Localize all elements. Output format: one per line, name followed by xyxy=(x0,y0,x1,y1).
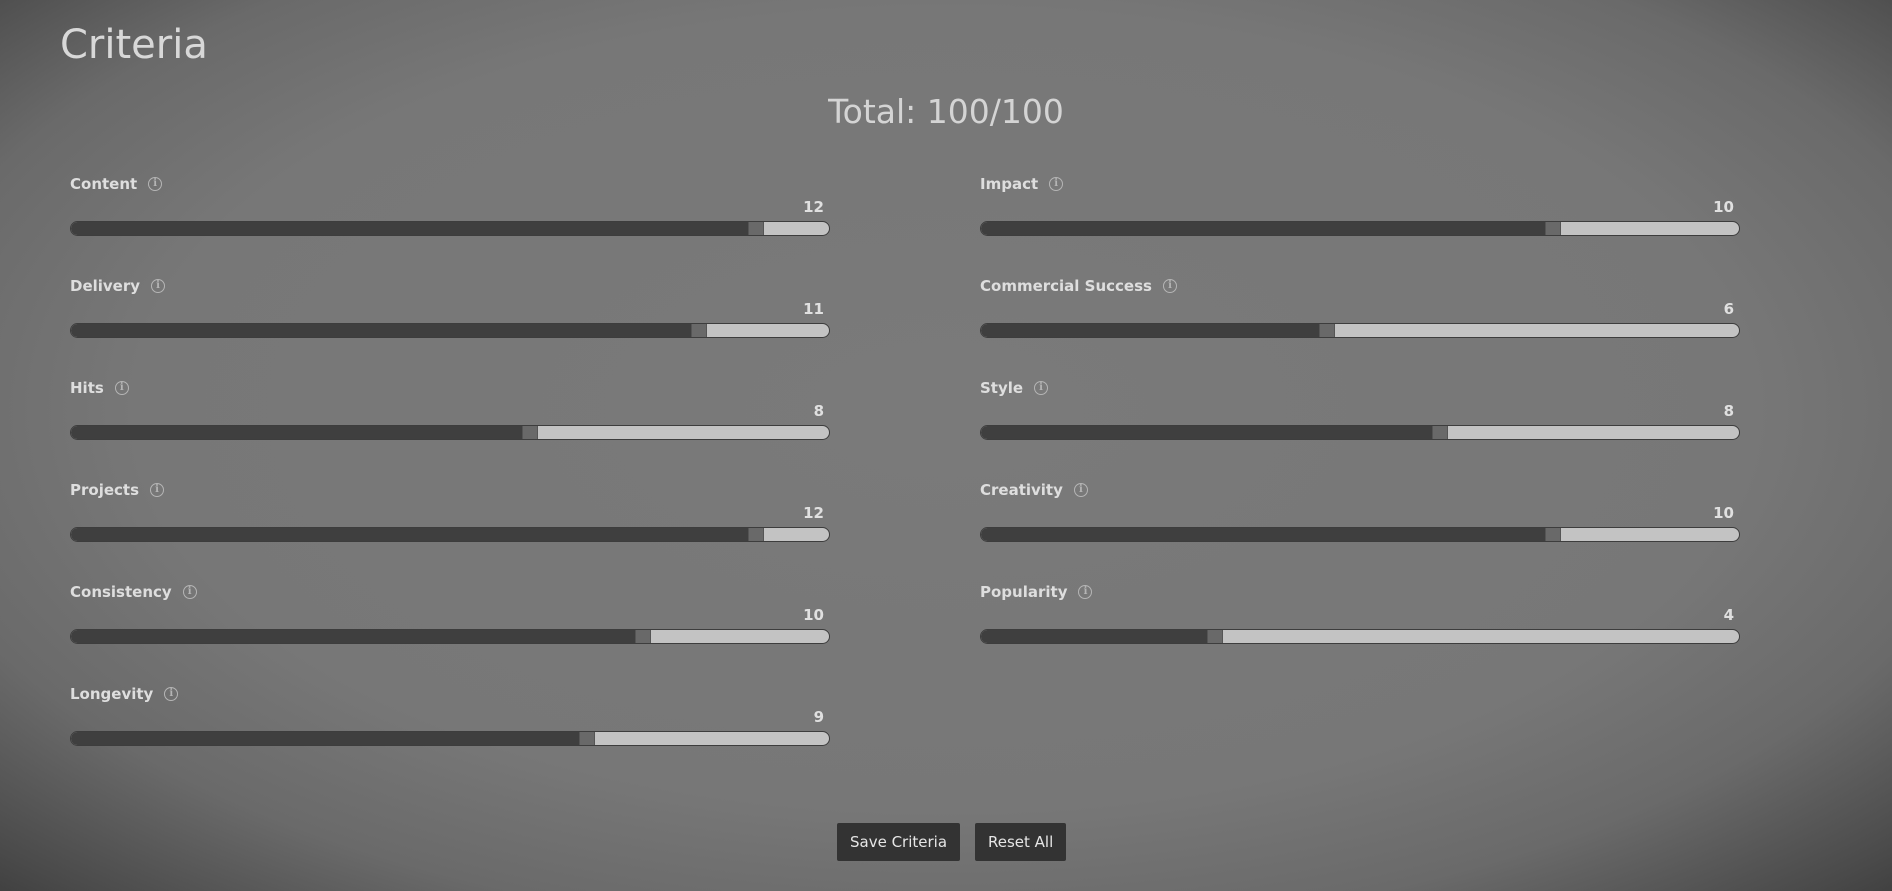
criterion-value: 10 xyxy=(803,606,824,624)
criterion-slider[interactable] xyxy=(70,527,830,542)
criterion-label: Longevity xyxy=(70,685,154,703)
info-icon[interactable]: i xyxy=(1162,279,1177,293)
slider-fill xyxy=(71,426,522,439)
slider-fill xyxy=(981,528,1545,541)
info-icon[interactable]: i xyxy=(150,483,165,497)
info-icon[interactable]: i xyxy=(114,381,129,395)
criterion-slider[interactable] xyxy=(980,221,1740,236)
slider-thumb[interactable] xyxy=(579,732,595,745)
criterion-value: 6 xyxy=(1723,300,1734,318)
criterion-slider[interactable] xyxy=(980,425,1740,440)
criterion-delivery: Delivery i 11 xyxy=(70,276,830,366)
criterion-commercial-success: Commercial Success i 6 xyxy=(980,276,1740,366)
slider-fill xyxy=(71,732,579,745)
criterion-hits: Hits i 8 xyxy=(70,378,830,468)
criterion-header: Projects i xyxy=(70,480,165,500)
slider-thumb[interactable] xyxy=(691,324,707,337)
slider-fill xyxy=(71,222,748,235)
criterion-slider[interactable] xyxy=(980,323,1740,338)
info-icon[interactable]: i xyxy=(148,177,163,191)
slider-fill xyxy=(981,324,1319,337)
slider-fill xyxy=(981,630,1207,643)
criterion-longevity: Longevity i 9 xyxy=(70,684,830,774)
criterion-label: Popularity xyxy=(980,583,1068,601)
page-title: Criteria xyxy=(60,22,208,68)
criterion-value: 12 xyxy=(803,504,824,522)
criterion-impact: Impact i 10 xyxy=(980,174,1740,264)
criterion-slider[interactable] xyxy=(70,425,830,440)
criterion-value: 12 xyxy=(803,198,824,216)
criterion-slider[interactable] xyxy=(980,527,1740,542)
criterion-header: Creativity i xyxy=(980,480,1088,500)
criterion-header: Popularity i xyxy=(980,582,1093,602)
slider-thumb[interactable] xyxy=(1545,222,1561,235)
criterion-label: Style xyxy=(980,379,1024,397)
slider-fill xyxy=(981,426,1432,439)
criterion-label: Impact xyxy=(980,175,1039,193)
save-criteria-button[interactable]: Save Criteria xyxy=(837,823,961,861)
criterion-consistency: Consistency i 10 xyxy=(70,582,830,672)
info-icon[interactable]: i xyxy=(151,279,166,293)
slider-thumb[interactable] xyxy=(635,630,651,643)
slider-fill xyxy=(71,324,691,337)
criterion-label: Creativity xyxy=(980,481,1063,499)
criterion-header: Style i xyxy=(980,378,1049,398)
slider-thumb[interactable] xyxy=(748,528,764,541)
criterion-value: 4 xyxy=(1723,606,1734,624)
info-icon[interactable]: i xyxy=(164,687,179,701)
slider-thumb[interactable] xyxy=(1319,324,1335,337)
slider-thumb[interactable] xyxy=(1432,426,1448,439)
info-icon[interactable]: i xyxy=(1078,585,1093,599)
criterion-header: Longevity i xyxy=(70,684,179,704)
info-icon[interactable]: i xyxy=(1049,177,1064,191)
criterion-label: Consistency xyxy=(70,583,172,601)
slider-thumb[interactable] xyxy=(1207,630,1223,643)
criterion-label: Hits xyxy=(70,379,104,397)
criterion-value: 11 xyxy=(803,300,824,318)
criterion-slider[interactable] xyxy=(70,731,830,746)
criterion-slider[interactable] xyxy=(70,323,830,338)
criterion-popularity: Popularity i 4 xyxy=(980,582,1740,672)
info-icon[interactable]: i xyxy=(1073,483,1088,497)
criterion-label: Projects xyxy=(70,481,140,499)
slider-fill xyxy=(981,222,1545,235)
criterion-header: Hits i xyxy=(70,378,129,398)
criterion-style: Style i 8 xyxy=(980,378,1740,468)
criterion-projects: Projects i 12 xyxy=(70,480,830,570)
reset-all-button[interactable]: Reset All xyxy=(975,823,1067,861)
criterion-header: Commercial Success i xyxy=(980,276,1177,296)
criterion-label: Content xyxy=(70,175,138,193)
criterion-slider[interactable] xyxy=(70,629,830,644)
criterion-header: Delivery i xyxy=(70,276,166,296)
criterion-creativity: Creativity i 10 xyxy=(980,480,1740,570)
criterion-value: 8 xyxy=(813,402,824,420)
criterion-value: 9 xyxy=(813,708,824,726)
info-icon[interactable]: i xyxy=(1034,381,1049,395)
criterion-header: Impact i xyxy=(980,174,1064,194)
criterion-content: Content i 12 xyxy=(70,174,830,264)
criterion-value: 10 xyxy=(1713,504,1734,522)
criterion-slider[interactable] xyxy=(980,629,1740,644)
slider-fill xyxy=(71,528,748,541)
slider-thumb[interactable] xyxy=(522,426,538,439)
criterion-header: Content i xyxy=(70,174,163,194)
criterion-value: 8 xyxy=(1723,402,1734,420)
criterion-value: 10 xyxy=(1713,198,1734,216)
slider-fill xyxy=(71,630,635,643)
info-icon[interactable]: i xyxy=(182,585,197,599)
total-score: Total: 100/100 xyxy=(828,92,1064,131)
criterion-label: Commercial Success xyxy=(980,277,1152,295)
slider-thumb[interactable] xyxy=(748,222,764,235)
criterion-label: Delivery xyxy=(70,277,141,295)
slider-thumb[interactable] xyxy=(1545,528,1561,541)
criterion-header: Consistency i xyxy=(70,582,197,602)
criterion-slider[interactable] xyxy=(70,221,830,236)
